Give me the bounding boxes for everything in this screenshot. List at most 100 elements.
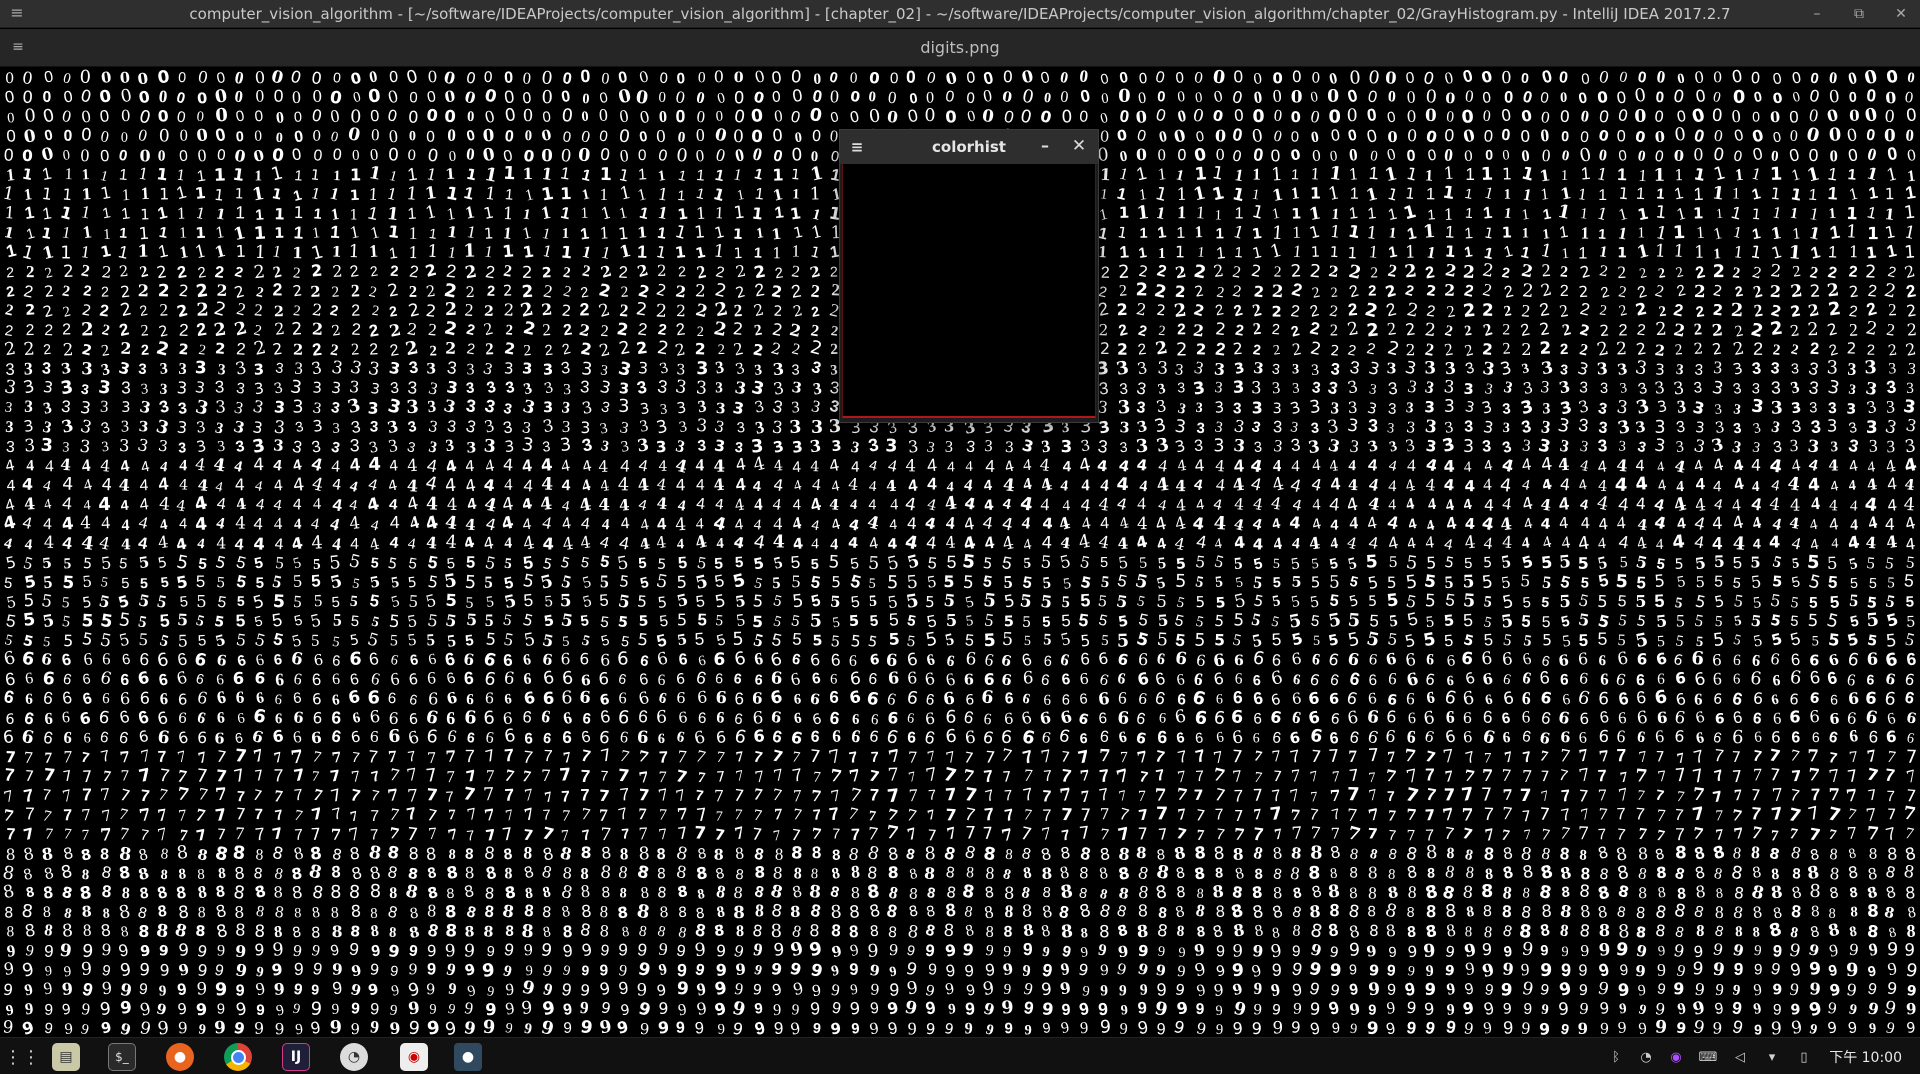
digit-glyph: 9 <box>389 1002 398 1019</box>
digit-glyph: 5 <box>1003 572 1013 592</box>
digit-glyph: 8 <box>160 867 168 883</box>
digit-glyph: 8 <box>1039 920 1052 940</box>
digit-glyph: 4 <box>851 460 860 476</box>
digit-glyph: 9 <box>579 998 589 1018</box>
digit-glyph: 4 <box>1558 455 1571 475</box>
digit-glyph: 0 <box>1059 88 1069 106</box>
digit-glyph: 1 <box>1712 223 1724 243</box>
digit-glyph: 3 <box>753 397 766 417</box>
digit-glyph: 6 <box>905 648 919 670</box>
digit-glyph: 0 <box>1426 147 1438 164</box>
digit-glyph: 5 <box>1884 553 1895 573</box>
digit-glyph: 5 <box>1080 632 1092 651</box>
digit-glyph: 2 <box>562 321 573 339</box>
digit-glyph: 4 <box>1829 498 1839 514</box>
digit-glyph: 1 <box>751 204 764 224</box>
digit-glyph: 8 <box>908 886 918 903</box>
digit-glyph: 7 <box>119 823 130 844</box>
digit-glyph: 5 <box>1423 570 1437 591</box>
digit-glyph: 6 <box>503 651 514 671</box>
digit-glyph: 8 <box>1502 844 1514 863</box>
digit-glyph: 8 <box>637 922 648 940</box>
digit-glyph: 5 <box>349 632 360 649</box>
digit-glyph: 3 <box>1424 357 1436 377</box>
digit-glyph: 1 <box>463 201 475 222</box>
digit-glyph: 1 <box>656 225 667 243</box>
digit-glyph: 9 <box>1367 978 1380 999</box>
digit-glyph: 1 <box>1556 201 1573 224</box>
digit-glyph: 8 <box>559 882 574 904</box>
digit-glyph: 9 <box>944 941 958 961</box>
digit-glyph: 8 <box>173 920 188 941</box>
digit-glyph: 8 <box>1157 904 1167 922</box>
digit-glyph: 9 <box>481 960 496 982</box>
digit-glyph: 8 <box>1789 843 1803 863</box>
digit-glyph: 7 <box>1348 765 1360 785</box>
digit-glyph: 7 <box>1598 748 1610 766</box>
digit-glyph: 9 <box>598 1017 613 1037</box>
digit-glyph: 6 <box>1234 653 1244 669</box>
digit-glyph: 4 <box>1807 456 1820 475</box>
digit-glyph: 1 <box>255 207 265 224</box>
digit-glyph: 0 <box>1118 106 1130 126</box>
digit-glyph: 3 <box>791 399 800 417</box>
digit-glyph: 8 <box>1749 882 1765 904</box>
minimize-button[interactable]: – <box>1808 6 1826 22</box>
digit-glyph: 2 <box>1424 320 1437 341</box>
digit-glyph: 5 <box>791 591 804 612</box>
digit-glyph: 7 <box>1464 749 1477 768</box>
digit-glyph: 5 <box>943 591 957 611</box>
digit-glyph: 6 <box>1769 650 1781 669</box>
digit-glyph: 3 <box>731 398 745 419</box>
digit-glyph: 3 <box>1732 421 1742 438</box>
digit-glyph: 5 <box>485 593 495 611</box>
digit-glyph: 2 <box>487 284 496 300</box>
digit-glyph: 3 <box>1598 419 1609 437</box>
digit-glyph: 7 <box>716 769 726 786</box>
digit-glyph: 2 <box>1274 264 1282 281</box>
digit-glyph: 3 <box>1751 359 1762 378</box>
digit-glyph: 5 <box>1250 609 1263 630</box>
digit-glyph: 6 <box>768 686 784 708</box>
digit-glyph: 3 <box>1692 435 1707 457</box>
digit-glyph: 9 <box>561 962 572 979</box>
digit-glyph: 3 <box>542 439 552 456</box>
digit-glyph: 9 <box>581 962 591 979</box>
digit-glyph: 1 <box>463 240 476 261</box>
digit-glyph: 7 <box>1004 788 1014 805</box>
digit-glyph: 8 <box>427 900 437 920</box>
digit-glyph: 9 <box>1349 962 1358 978</box>
maximize-button[interactable]: ⧉ <box>1850 6 1868 22</box>
digit-glyph: 9 <box>695 998 708 1018</box>
digit-glyph: 2 <box>1538 299 1551 320</box>
digit-glyph: 0 <box>100 69 113 87</box>
digit-glyph: 7 <box>1215 806 1224 823</box>
digit-glyph: 5 <box>159 610 171 631</box>
digit-glyph: 2 <box>542 265 552 281</box>
digit-glyph: 3 <box>1252 398 1263 417</box>
digit-glyph: 0 <box>233 146 247 167</box>
digit-glyph: 2 <box>1636 321 1647 339</box>
digit-glyph: 8 <box>43 904 52 921</box>
digit-glyph: 8 <box>386 843 400 863</box>
digit-glyph: 1 <box>194 204 207 224</box>
digit-glyph: 8 <box>1579 847 1588 863</box>
digit-glyph: 1 <box>214 206 227 224</box>
digit-glyph: 6 <box>466 729 476 746</box>
digit-glyph: 1 <box>638 205 651 224</box>
digit-glyph: 5 <box>1463 610 1474 631</box>
hamburger-icon[interactable]: ≡ <box>8 4 26 22</box>
digit-glyph: 3 <box>81 359 93 378</box>
digit-glyph: 1 <box>1595 203 1610 224</box>
digit-glyph: 0 <box>1309 89 1319 106</box>
digit-glyph: 9 <box>1461 998 1475 1019</box>
digit-glyph: 2 <box>100 342 111 360</box>
digit-glyph: 9 <box>982 999 997 1019</box>
close-button[interactable]: ✕ <box>1892 6 1910 22</box>
digit-glyph: 8 <box>465 903 478 922</box>
digit-glyph: 7 <box>1403 745 1418 767</box>
hamburger-icon[interactable]: ≡ <box>10 39 26 55</box>
digit-glyph: 2 <box>310 284 321 301</box>
digit-glyph: 4 <box>735 474 747 495</box>
digit-glyph: 3 <box>234 357 249 379</box>
